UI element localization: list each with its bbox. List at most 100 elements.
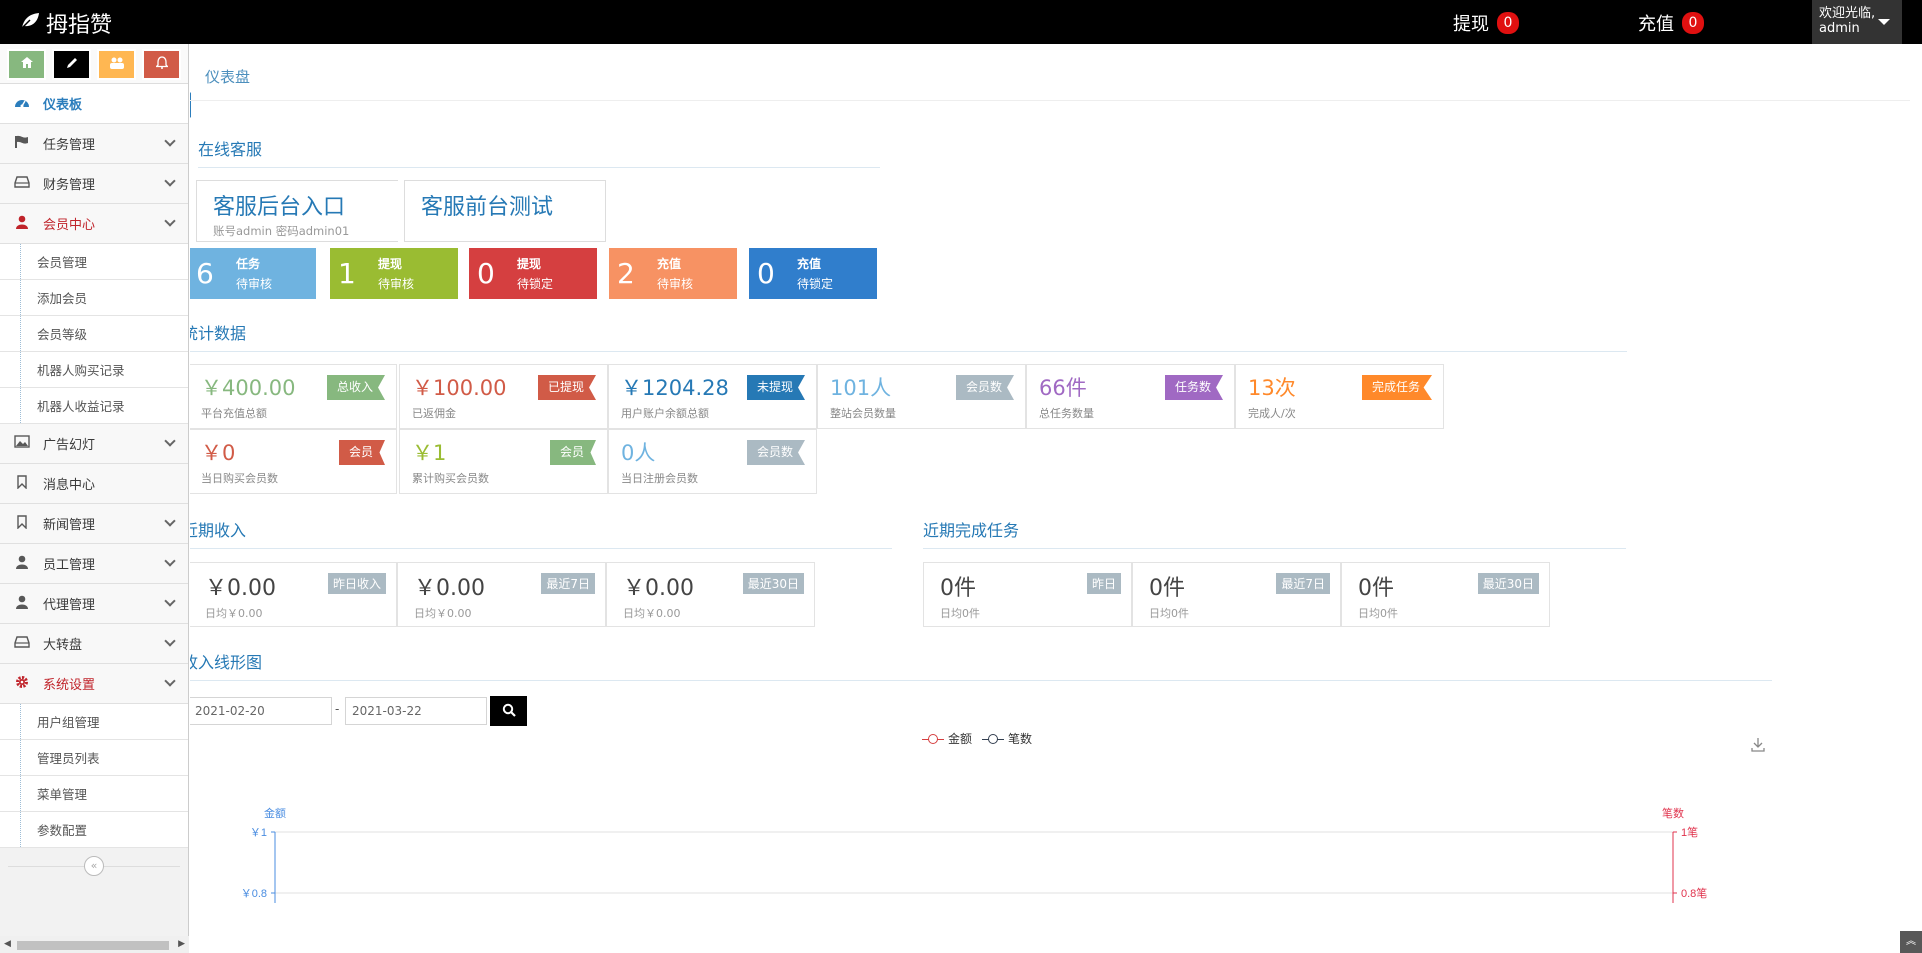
date-to-input[interactable]: 2021-03-22 (345, 697, 487, 725)
badge-label-type: 充值 (797, 256, 822, 271)
hdd-icon (13, 635, 31, 652)
badge-label-status: 待审核 (236, 276, 273, 291)
sidebar-item-8[interactable]: 代理管理 (0, 584, 188, 624)
sidebar-item-1[interactable]: 任务管理 (0, 124, 188, 164)
sidebar-item-2[interactable]: 财务管理 (0, 164, 188, 204)
recent-tasks-card: 0件 日均0件 最近30日 (1341, 562, 1550, 627)
chevron-down-icon (164, 595, 176, 607)
pending-badge[interactable]: 0 充值 待锁定 (749, 248, 877, 299)
stat-desc: 完成人/次 (1248, 407, 1296, 420)
stat-card: 101人 整站会员数量 会员数 (817, 364, 1026, 429)
date-range-separator: - (335, 702, 340, 716)
card-tag: 最近30日 (1477, 573, 1539, 594)
online-service-title: 在线客服 (198, 136, 880, 168)
scroll-right-arrow-icon[interactable]: ▶ (178, 939, 185, 949)
service-frontend-card[interactable]: 客服前台测试 (404, 180, 606, 242)
pending-badge[interactable]: 0 提现 待锁定 (469, 248, 597, 299)
chevron-down-icon (164, 175, 176, 187)
user-menu[interactable]: 欢迎光临, admin (1812, 0, 1902, 44)
service-backend-card[interactable]: 客服后台入口 账号admin 密码admin01 (196, 180, 398, 242)
chart-search-button[interactable] (490, 696, 527, 726)
badge-count: 0 (477, 257, 495, 290)
sidebar-item-label: 广告幻灯 (43, 438, 96, 453)
users-shortcut-button[interactable] (97, 49, 136, 80)
brand[interactable]: 拇指赞 (20, 7, 112, 39)
scroll-left-arrow-icon[interactable]: ◀ (4, 939, 11, 949)
sidebar-subitem[interactable]: 添加会员 (0, 280, 188, 316)
sidebar-item-0[interactable]: 仪表板 (0, 84, 188, 124)
double-chevron-left-icon[interactable]: « (84, 856, 104, 876)
stat-tag: 会员数 (746, 440, 805, 465)
bell-shortcut-button[interactable] (142, 49, 181, 80)
y-left-tick-label: ￥0.8 (241, 888, 267, 900)
service-backend-note: 账号admin 密码admin01 (213, 224, 350, 238)
sidebar-subitem[interactable]: 会员管理 (0, 244, 188, 280)
stat-desc: 用户账户余额总额 (621, 407, 709, 420)
scrollbar-thumb[interactable] (17, 941, 169, 950)
stat-tag: 会员 (338, 440, 385, 465)
sidebar-subitem[interactable]: 会员等级 (0, 316, 188, 352)
sidebar-horizontal-scrollbar[interactable]: ◀ ▶ (0, 936, 189, 953)
sidebar-item-7[interactable]: 员工管理 (0, 544, 188, 584)
service-backend-link[interactable]: 客服后台入口 (213, 189, 398, 221)
sidebar-item-10[interactable]: 系统设置 (0, 664, 188, 704)
legend-marker-icon (922, 733, 944, 744)
pencil-shortcut-button[interactable] (52, 49, 91, 80)
sidebar-subitem[interactable]: 菜单管理 (0, 776, 188, 812)
sidebar-subitem[interactable]: 机器人收益记录 (0, 388, 188, 424)
pending-badge[interactable]: 2 充值 待审核 (609, 248, 737, 299)
sidebar-item-label: 新闻管理 (43, 518, 96, 533)
stat-card: 13次 完成人/次 完成任务 (1235, 364, 1444, 429)
search-icon (502, 702, 516, 721)
y-left-axis-label: 金额 (264, 806, 286, 820)
flag-icon (13, 135, 31, 153)
card-tag: 最近30日 (742, 573, 804, 594)
dashboard-icon (13, 96, 31, 112)
back-to-top-button[interactable]: ︽ (1900, 931, 1922, 953)
sidebar-subitem[interactable]: 参数配置 (0, 812, 188, 848)
stat-card: ￥1 累计购买会员数 会员 (399, 429, 608, 494)
recharge-count-badge: 0 (1682, 12, 1704, 34)
date-from-input[interactable]: 2021-02-20 (190, 697, 332, 725)
sidebar-subitem[interactable]: 机器人购买记录 (0, 352, 188, 388)
badge-label: 提现 待审核 (378, 254, 414, 294)
badge-label-status: 待锁定 (797, 276, 834, 291)
sidebar-item-label: 员工管理 (43, 558, 96, 573)
badge-label-status: 待审核 (378, 276, 415, 291)
recharge-link[interactable]: 充值 0 (1638, 10, 1704, 36)
badge-count: 2 (617, 257, 635, 290)
stat-desc: 整站会员数量 (830, 407, 896, 420)
chevron-down-icon (164, 555, 176, 567)
chevron-down-icon (164, 635, 176, 647)
badge-label: 充值 待审核 (657, 254, 693, 294)
cog-icon (13, 675, 31, 693)
recent-tasks-card: 0件 日均0件 昨日 (923, 562, 1132, 627)
bell-icon (154, 56, 169, 73)
badge-count: 6 (196, 257, 214, 290)
sidebar-item-9[interactable]: 大转盘 (0, 624, 188, 664)
hdd-icon (13, 175, 31, 192)
line-chart-title: 收入线形图 (190, 649, 1772, 681)
home-shortcut-button[interactable] (7, 49, 46, 80)
pending-badge[interactable]: 6 任务 待审核 (190, 248, 316, 299)
sidebar-subitem[interactable]: 用户组管理 (0, 704, 188, 740)
sidebar-item-6[interactable]: 新闻管理 (0, 504, 188, 544)
withdraw-link[interactable]: 提现 0 (1453, 10, 1519, 36)
brand-name: 拇指赞 (46, 13, 113, 38)
active-indicator-arrow (190, 92, 191, 118)
sidebar-item-label: 财务管理 (43, 178, 96, 193)
user-icon (13, 555, 31, 573)
main-content: 仪表盘 在线客服 客服后台入口 账号admin 密码admin01 客服前台测试… (190, 44, 1922, 953)
card-tag: 昨日收入 (327, 573, 386, 594)
badge-label-type: 提现 (378, 256, 403, 271)
y-right-tick-label: 1笔 (1681, 825, 1698, 839)
sidebar-item-5[interactable]: 消息中心 (0, 464, 188, 504)
sidebar-subitem[interactable]: 管理员列表 (0, 740, 188, 776)
legend-marker-icon (982, 733, 1005, 744)
sidebar-item-3[interactable]: 会员中心 (0, 204, 188, 244)
card-tag: 昨日 (1086, 573, 1121, 594)
pending-badge[interactable]: 1 提现 待审核 (330, 248, 458, 299)
service-frontend-link[interactable]: 客服前台测试 (421, 189, 605, 221)
sidebar-item-4[interactable]: 广告幻灯 (0, 424, 188, 464)
stats-title: 统计数据 (190, 320, 1627, 352)
